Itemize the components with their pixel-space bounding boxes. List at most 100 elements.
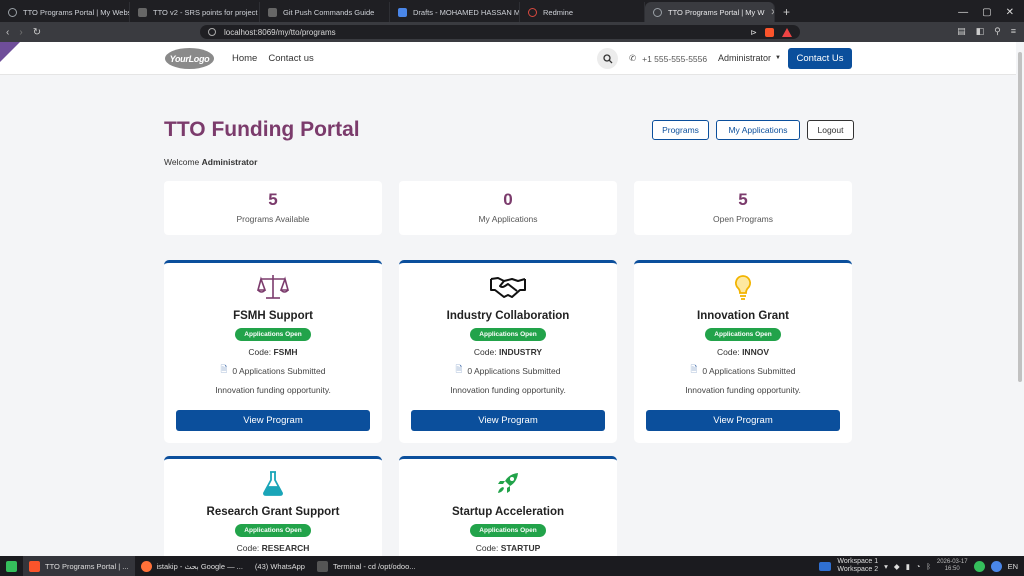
tab-title: Redmine [543,7,574,17]
forward-icon[interactable]: › [19,27,22,38]
applications-count: 🗎 0 Applications Submitted [399,364,617,378]
tab-title: TTO Programs Portal | My Webs [23,7,130,17]
page-scrollbar[interactable] [1016,42,1024,556]
status-badge: Applications Open [705,328,781,341]
browser-tab[interactable]: Drafts - MOHAMED HASSAN MO [390,2,520,22]
page-title: TTO Funding Portal [164,118,360,141]
brave-shields-icon[interactable] [765,27,774,37]
sidebar-icon[interactable]: ▤ [957,26,966,37]
program-code: Code: INDUSTRY [399,347,617,357]
debug-corner-ribbon[interactable] [0,42,20,62]
header-buttons: Programs My Applications Logout [652,120,854,140]
taskbar-item[interactable]: Terminal - cd /opt/odoo... [311,556,422,576]
taskbar-item[interactable]: TTO Programs Portal | ... [23,556,135,576]
code-value: RESEARCH [261,543,310,553]
stat-card: 0 My Applications [399,181,617,235]
site-logo[interactable]: YourLogo [165,48,214,69]
browser-tab[interactable]: Redmine [520,2,645,22]
programs-button[interactable]: Programs [652,120,709,140]
program-name: Research Grant Support [206,506,340,518]
browser-tab[interactable]: TTO Programs Portal | My Webs [0,2,130,22]
program-description: Innovation funding opportunity. [215,385,331,395]
contact-us-button[interactable]: Contact Us [788,48,852,69]
new-tab-button[interactable]: + [775,2,798,22]
browser-toolbar-right: ▤ ◧ ⚲ ≡ [957,26,1016,37]
share-icon[interactable]: ⊳ [750,28,757,37]
menu-icon[interactable]: ≡ [1011,26,1016,37]
language-indicator[interactable]: EN [1008,562,1018,571]
stat-label: My Applications [478,214,538,224]
minimize-icon[interactable]: — [958,7,968,18]
code-value: INNOV [742,347,769,357]
user-icon[interactable] [990,560,1002,572]
tab-favicon-icon [528,7,537,17]
reload-icon[interactable]: ↻ [33,27,41,38]
bluetooth-icon[interactable]: ᛒ [926,562,931,571]
firefox-icon [140,560,152,572]
code-label: Code: [475,543,499,553]
nav-link-home[interactable]: Home [232,53,257,64]
search-button[interactable] [597,48,618,69]
status-badge: Applications Open [235,328,311,341]
tab-title: TTO v2 - SRS points for project [153,7,258,17]
workspace-switcher[interactable]: Workspace 1 Workspace 2 [837,558,878,574]
maximize-icon[interactable]: ▢ [982,7,991,18]
time: 16:50 [944,566,960,572]
tab-title: TTO Programs Portal | My W [668,7,765,17]
url-text[interactable]: localhost:8069/my/tto/programs [224,28,336,37]
program-card: Industry Collaboration Applications Open… [399,260,617,443]
phone-link[interactable]: ✆ +1 555-555-5556 [629,53,707,64]
status-badge: Applications Open [235,524,311,537]
workspace-1[interactable]: Workspace 1 [837,558,878,566]
flask-icon [164,469,382,497]
nav-link-contact[interactable]: Contact us [268,53,313,64]
browser-tab-active[interactable]: TTO Programs Portal | My W✕ [645,2,775,22]
close-window-icon[interactable]: ✕ [1006,7,1014,18]
taskbar-item[interactable]: (43) WhatsApp [249,556,311,576]
stat-card: 5 Open Programs [634,181,852,235]
logout-button[interactable]: Logout [807,120,854,140]
clipboard-icon[interactable]: ▮ [906,562,910,571]
program-card: Innovation Grant Applications Open Code:… [634,260,852,443]
user-menu[interactable]: Administrator ▼ [718,53,781,63]
brave-icon [29,560,40,572]
code-label: Code: [248,347,272,357]
code-label: Code: [473,347,497,357]
browser-tab[interactable]: Git Push Commands Guide [260,2,390,22]
view-program-button[interactable]: View Program [176,410,370,431]
view-program-button[interactable]: View Program [646,410,840,431]
view-program-button[interactable]: View Program [411,410,605,431]
site-info-icon[interactable] [208,28,216,36]
url-bar[interactable]: localhost:8069/my/tto/programs ⊳ [200,25,800,39]
applications-text: 0 Applications Submitted [232,366,326,376]
clock[interactable]: 2026-03-17 16:50 [937,559,968,573]
tab-title: Git Push Commands Guide [283,7,375,17]
tab-favicon-icon [653,7,662,17]
workspace-2[interactable]: Workspace 2 [837,566,878,574]
extensions-icon[interactable]: ⚲ [994,26,1001,37]
brave-rewards-icon[interactable] [782,27,792,37]
document-icon: 🗎 [220,364,228,374]
network-icon[interactable]: ◆ [894,562,900,571]
update-icon[interactable] [973,560,985,572]
web-page: YourLogo Home Contact us ✆ +1 555-555-55… [0,42,1016,556]
wifi-icon[interactable]: ▾ [884,562,888,571]
back-icon[interactable]: ‹ [6,27,9,38]
wallet-icon[interactable]: ◧ [976,26,985,37]
code-label: Code: [236,543,260,553]
volume-icon[interactable]: ◔ [916,562,921,571]
stat-value: 0 [503,190,513,209]
window-controls: — ▢ ✕ [948,2,1024,22]
address-toolbar: ‹ › ↻ localhost:8069/my/tto/programs ⊳ ▤… [0,22,1024,42]
stat-label: Open Programs [713,214,773,224]
my-applications-button[interactable]: My Applications [716,120,800,140]
browser-tab[interactable]: TTO v2 - SRS points for project [130,2,260,22]
taskbar-item[interactable]: istakip - بحث Google — ... [135,556,249,576]
phone-number: +1 555-555-5556 [642,53,708,64]
terminal-icon [316,560,328,572]
app-menu-button[interactable] [0,556,23,576]
code-value: STARTUP [500,543,541,553]
program-name: Industry Collaboration [446,310,570,322]
scrollbar-thumb[interactable] [1018,52,1022,382]
applications-text: 0 Applications Submitted [702,366,796,376]
